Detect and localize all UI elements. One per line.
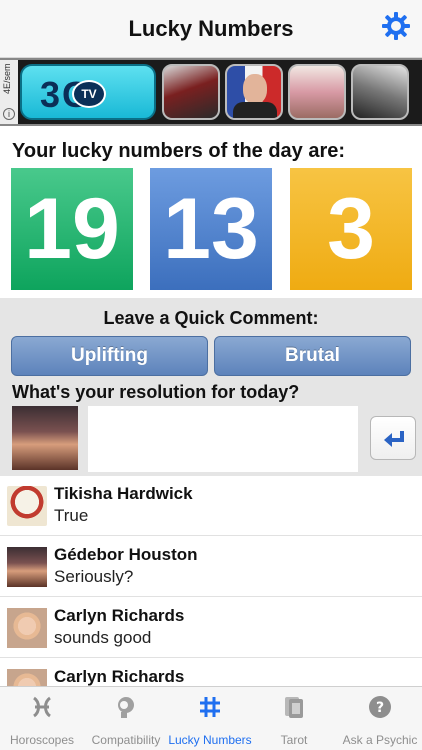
ad-thumbnail-soccer[interactable] bbox=[162, 64, 220, 120]
tab-label: Lucky Numbers bbox=[168, 733, 252, 747]
comment-feed: Tikisha Hardwick True Gédebor Houston Se… bbox=[0, 476, 422, 686]
tab-lucky-numbers[interactable]: Lucky Numbers bbox=[168, 687, 252, 750]
nav-bar: Lucky Numbers bbox=[0, 0, 422, 58]
cards-icon bbox=[285, 697, 303, 718]
ad-logo-badge: TV bbox=[72, 80, 106, 108]
resolution-question: What's your resolution for today? bbox=[12, 382, 300, 402]
ad-thumbnail-photo[interactable] bbox=[351, 64, 409, 120]
comment-text: sounds good bbox=[54, 628, 152, 647]
lucky-numbers-heading: Your lucky numbers of the day are: bbox=[12, 140, 346, 162]
hash-icon bbox=[200, 697, 220, 717]
comment-text: True bbox=[54, 506, 89, 525]
ad-thumbnail-model[interactable] bbox=[288, 64, 346, 120]
list-item[interactable]: Tikisha Hardwick True bbox=[0, 476, 422, 536]
tab-horoscopes[interactable]: Horoscopes bbox=[0, 687, 84, 750]
info-icon[interactable]: i bbox=[3, 108, 15, 120]
ad-side-strip: 4E/sem i bbox=[0, 60, 18, 124]
ad-price-label: 4E/sem bbox=[2, 63, 12, 95]
tab-label: Compatibility bbox=[91, 733, 161, 747]
return-arrow-icon bbox=[384, 431, 404, 447]
comment-author: Carlyn Richards bbox=[54, 606, 185, 625]
avatar bbox=[12, 406, 78, 470]
avatar bbox=[7, 608, 47, 648]
list-item[interactable]: Carlyn Richards bbox=[0, 659, 422, 686]
lucky-number-2: 13 bbox=[150, 168, 272, 290]
lucky-number-1: 19 bbox=[11, 168, 133, 290]
pisces-icon bbox=[33, 696, 51, 718]
avatar bbox=[7, 486, 47, 526]
quick-comment-heading: Leave a Quick Comment: bbox=[103, 308, 319, 328]
uplifting-button[interactable]: Uplifting bbox=[11, 336, 208, 376]
comment-author: Carlyn Richards bbox=[54, 667, 185, 686]
tab-label: Horoscopes bbox=[9, 733, 75, 747]
tab-bar: Horoscopes Compatibility Lucky Numbers T… bbox=[0, 686, 422, 750]
heads-icon bbox=[118, 697, 134, 718]
comment-input[interactable] bbox=[88, 406, 358, 472]
lucky-number-3: 3 bbox=[290, 168, 412, 290]
ad-logo[interactable]: 3G TV bbox=[20, 64, 156, 120]
send-button[interactable] bbox=[370, 416, 416, 460]
comment-section: Leave a Quick Comment: Uplifting Brutal … bbox=[0, 298, 422, 476]
tab-ask-a-psychic[interactable]: ? Ask a Psychic bbox=[338, 687, 422, 750]
list-item[interactable]: Carlyn Richards sounds good bbox=[0, 598, 422, 658]
page-title: Lucky Numbers bbox=[128, 16, 294, 41]
comment-text: Seriously? bbox=[54, 567, 134, 586]
list-item[interactable]: Gédebor Houston Seriously? bbox=[0, 537, 422, 597]
tab-tarot[interactable]: Tarot bbox=[252, 687, 336, 750]
gear-icon[interactable] bbox=[380, 10, 412, 42]
tab-label: Tarot bbox=[280, 733, 308, 747]
comment-author: Gédebor Houston bbox=[54, 545, 198, 564]
tab-compatibility[interactable]: Compatibility bbox=[84, 687, 168, 750]
ad-banner[interactable]: 4E/sem i 3G TV bbox=[0, 58, 422, 126]
brutal-button[interactable]: Brutal bbox=[214, 336, 411, 376]
svg-text:?: ? bbox=[376, 700, 384, 716]
avatar bbox=[7, 669, 47, 686]
avatar bbox=[7, 547, 47, 587]
tab-label: Ask a Psychic bbox=[342, 733, 418, 747]
question-icon: ? bbox=[369, 696, 391, 718]
ad-thumbnail-politician[interactable] bbox=[225, 64, 283, 120]
comment-author: Tikisha Hardwick bbox=[54, 484, 193, 503]
